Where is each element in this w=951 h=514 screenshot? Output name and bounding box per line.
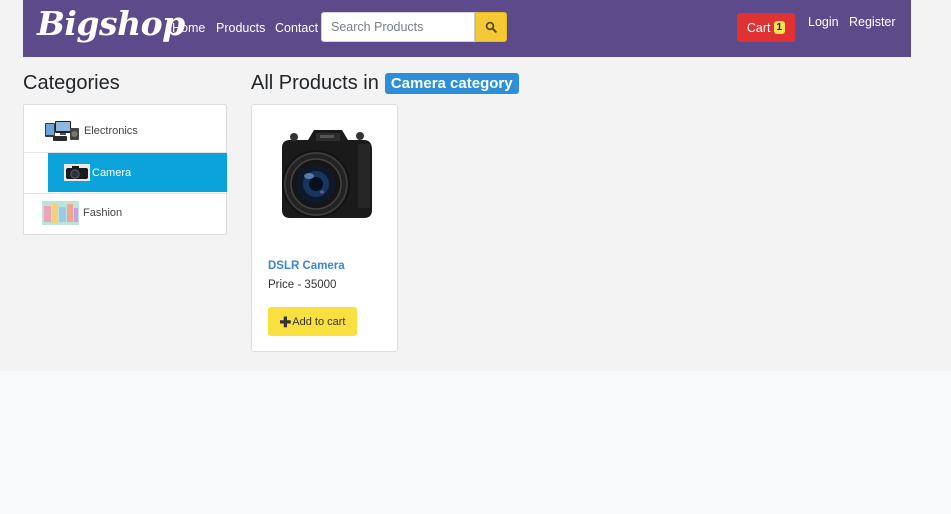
category-label-camera: Camera — [92, 166, 132, 179]
register-link[interactable]: Register — [849, 15, 896, 29]
add-to-cart-button[interactable]: ✚ Add to cart — [268, 307, 357, 336]
page-background: Bigshop Home Products Contact Cart 1 Log… — [0, 0, 951, 371]
category-list: Electronics Camera Fashion — [23, 104, 227, 235]
cart-button[interactable]: Cart 1 — [737, 13, 795, 42]
brand-logo[interactable]: Bigshop — [37, 4, 185, 43]
login-link[interactable]: Login — [808, 15, 839, 29]
category-label-fashion: Fashion — [83, 207, 123, 219]
product-name[interactable]: DSLR Camera — [268, 260, 345, 272]
nav-home[interactable]: Home — [172, 21, 205, 35]
search-input[interactable] — [321, 12, 475, 42]
category-item-fashion[interactable]: Fashion — [24, 193, 226, 232]
fashion-thumbnail — [42, 201, 79, 225]
cart-count-badge: 1 — [773, 21, 786, 34]
add-to-cart-label: Add to cart — [292, 315, 346, 328]
products-heading: All Products in Camera category — [251, 72, 519, 95]
camera-thumbnail — [64, 164, 90, 181]
nav-products[interactable]: Products — [216, 21, 265, 35]
category-badge: Camera category — [384, 73, 519, 94]
dslr-camera-image — [282, 130, 372, 218]
categories-heading: Categories — [23, 72, 120, 94]
category-label-electronics: Electronics — [84, 124, 138, 137]
electronics-thumbnail — [45, 120, 79, 141]
nav-contact[interactable]: Contact — [275, 21, 318, 35]
navbar: Bigshop Home Products Contact Cart 1 Log… — [23, 0, 911, 57]
search-button[interactable] — [475, 12, 507, 42]
plus-icon: ✚ — [279, 313, 292, 330]
products-heading-text: All Products in — [251, 72, 379, 94]
category-item-camera[interactable]: Camera — [48, 153, 227, 192]
cart-label: Cart — [746, 20, 771, 35]
category-item-electronics[interactable]: Electronics — [24, 109, 226, 153]
search-icon — [485, 21, 497, 33]
product-card: DSLR Camera Price - 35000 ✚ Add to cart — [251, 104, 398, 352]
product-price: Price - 35000 — [268, 279, 337, 291]
